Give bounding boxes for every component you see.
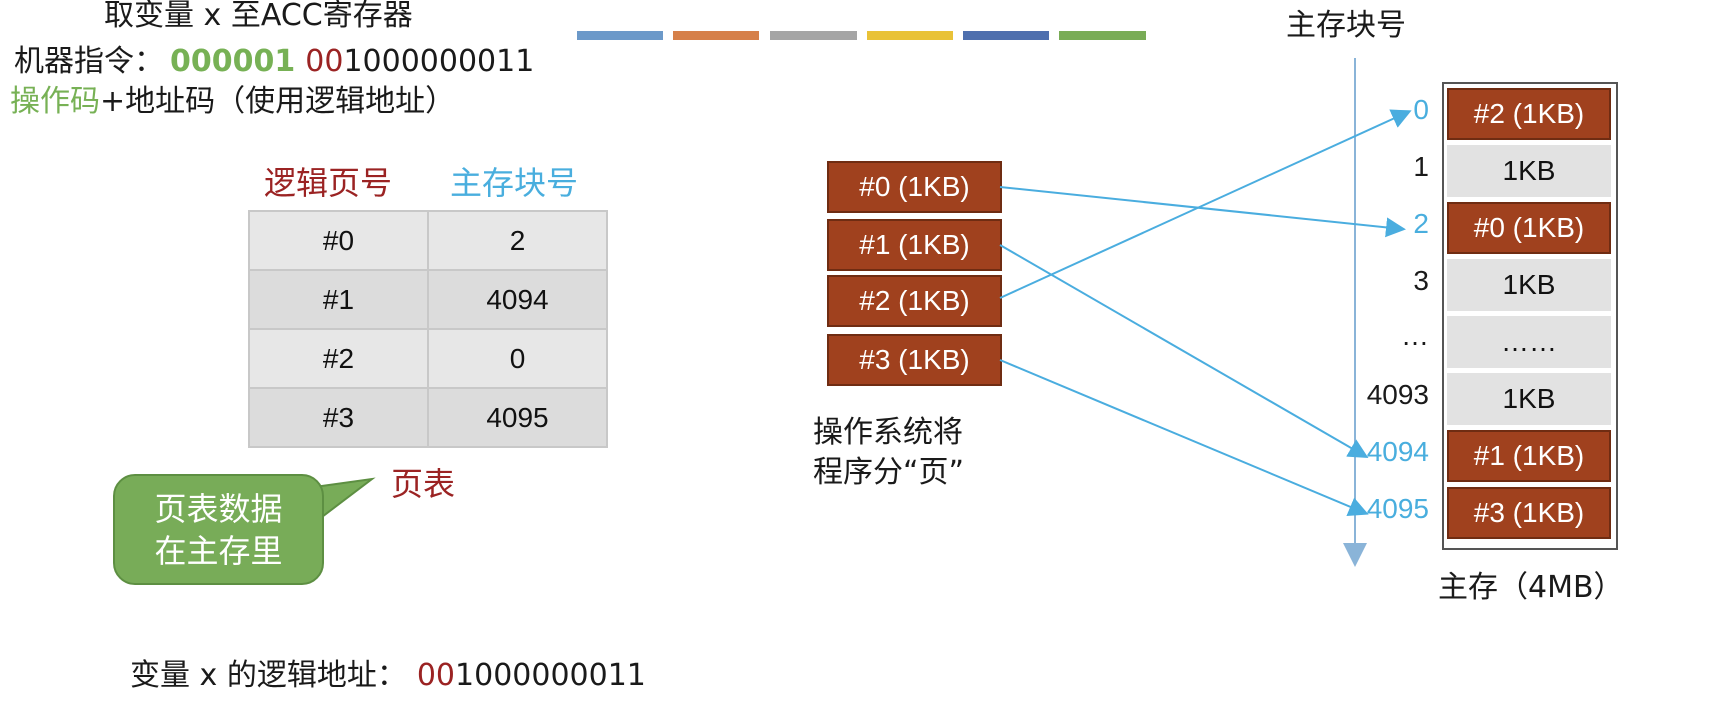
arrow-page0-to-block2 xyxy=(999,186,1406,238)
variable-address-high-bits: 00 xyxy=(416,658,456,693)
arrow-page3-to-block4095 xyxy=(999,359,1369,517)
variable-address-label: 变量 x 的逻辑地址： xyxy=(130,658,407,693)
arrow-page2-to-block0 xyxy=(999,109,1412,299)
arrow-page1-to-block4094 xyxy=(999,244,1369,459)
mapping-arrows xyxy=(999,58,1412,567)
variable-address: 变量 x 的逻辑地址： 001000000011 xyxy=(130,650,646,694)
variable-address-low-bits: 1000000011 xyxy=(455,658,646,693)
